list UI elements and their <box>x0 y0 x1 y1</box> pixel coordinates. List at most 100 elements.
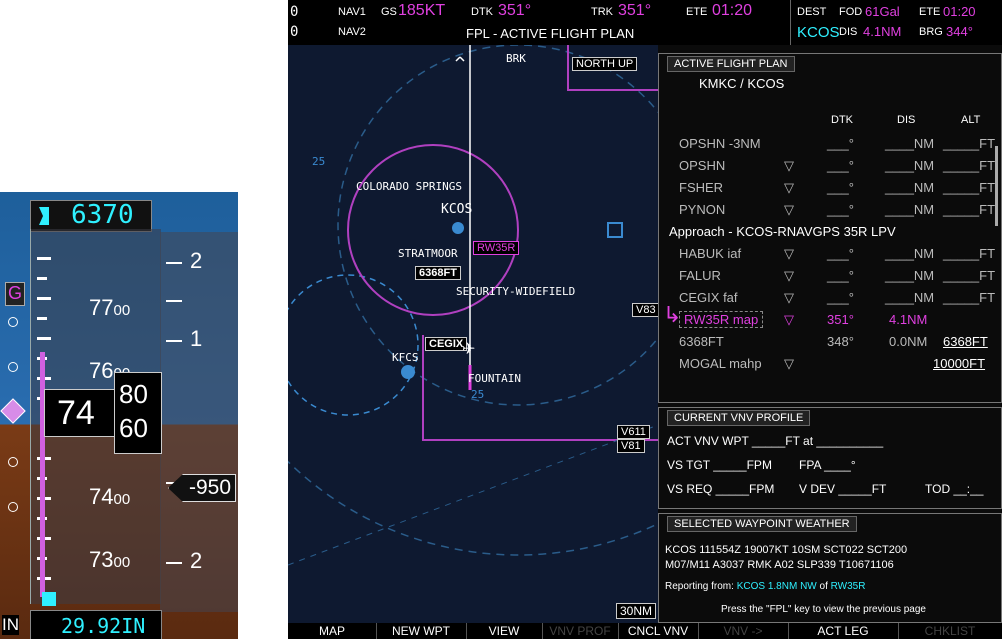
softkey-new-wpt[interactable]: NEW WPT <box>376 623 467 639</box>
vsi-label: 1 <box>190 326 203 351</box>
glideslope-dot <box>8 502 18 512</box>
approach-header[interactable]: Approach - KCOS-RNAVGPS 35R LPV <box>659 222 1002 243</box>
reporting-label: Reporting from: <box>665 581 734 592</box>
fpl-symbol: ▽ <box>784 202 794 217</box>
altitude-label: 7400 <box>89 484 131 509</box>
flight-plan-panel: ACTIVE FLIGHT PLAN KMKC / KCOS DTK DIS A… <box>658 45 1002 623</box>
fod-label: FOD <box>839 6 863 18</box>
map-range[interactable]: 30NM <box>616 603 657 619</box>
navigation-map[interactable]: NORTH UP BRK COLORADO SPRINGS KCOS STRAT… <box>288 45 658 623</box>
map-label-route-25: 25 <box>312 155 326 168</box>
reporting-ref: RW35R <box>830 581 866 592</box>
altitude-roller-top: 80 <box>119 379 148 409</box>
baro-setting-box[interactable]: 29.92IN <box>30 610 162 639</box>
tape-tick <box>37 297 51 300</box>
vnv-vs-tgt: VS TGT _____FPM <box>667 458 772 472</box>
softkey-view[interactable]: VIEW <box>466 623 543 639</box>
map-label-kcos: KCOS <box>441 202 473 217</box>
fpl-symbol: ▽ <box>784 290 794 305</box>
baro-minimums-bug-icon <box>42 592 56 606</box>
map-label-cegix[interactable]: CEGIX <box>425 337 468 351</box>
fpl-dis: ____NM <box>885 180 935 195</box>
fpl-waypoint: PYNON <box>679 202 726 217</box>
fpl-row[interactable]: 6368FT 348° 0.0NM 6368FT <box>659 332 1002 353</box>
altitude-roller: 80 60 <box>114 372 162 454</box>
nav1-label: NAV1 <box>338 6 366 18</box>
fpl-alt: 6368FT <box>943 334 988 349</box>
weather-title: SELECTED WAYPOINT WEATHER <box>667 516 857 532</box>
fpl-scrollbar[interactable] <box>995 146 998 226</box>
softkey-act-leg[interactable]: ACT LEG <box>788 623 899 639</box>
fpl-dis: ____NM <box>885 246 935 261</box>
ete-value: 01:20 <box>712 2 753 19</box>
fod-value: 61Gal <box>865 4 900 19</box>
softkey-vnv-direct[interactable]: VNV -> <box>698 623 789 639</box>
dest-label: DEST <box>797 6 827 18</box>
fpl-row[interactable]: FALUR ▽ ___° ____NM _____FT <box>659 266 1002 287</box>
softkey-chklist[interactable]: CHKLIST <box>898 623 1002 639</box>
map-graphics <box>288 45 658 566</box>
fpl-row[interactable]: OPSHN ▽ ___° ____NM _____FT <box>659 156 1002 177</box>
map-label-route-25b: 25 <box>471 388 485 401</box>
map-label-stratmoor: STRATMOOR <box>398 247 458 260</box>
dtk-label: DTK <box>471 6 493 18</box>
current-altitude: 74 <box>57 394 95 432</box>
fpl-alt: _____FT <box>943 268 996 283</box>
column-alt: ALT <box>961 114 981 126</box>
tape-tick <box>37 277 47 280</box>
baro-unit-label: IN <box>2 615 19 635</box>
vsi-label: 2 <box>190 548 203 573</box>
reporting-of: of <box>819 581 828 592</box>
fpl-alt: _____FT <box>943 290 996 305</box>
selected-altitude-box: 6370 <box>30 200 152 232</box>
fpl-waypoint: 6368FT <box>679 334 724 349</box>
brg-value: 344° <box>946 24 973 39</box>
reporting-station: KCOS <box>736 581 766 592</box>
fpl-route: KMKC / KCOS <box>699 76 785 91</box>
map-label-rw35r[interactable]: RW35R <box>473 241 520 255</box>
tape-tick <box>37 257 51 260</box>
vsi-tick <box>166 562 182 564</box>
softkey-cncl-vnv[interactable]: CNCL VNV <box>618 623 699 639</box>
fpl-row[interactable]: HABUK iaf ▽ ___° ____NM _____FT <box>659 244 1002 265</box>
left-digit: 0 <box>290 24 299 40</box>
fpl-dis: ____NM <box>885 290 935 305</box>
fpl-row[interactable]: CEGIX faf ▽ ___° ____NM _____FT <box>659 288 1002 309</box>
softkey-vnv-prof[interactable]: VNV PROF <box>542 623 619 639</box>
weather-section: SELECTED WAYPOINT WEATHER KCOS 111554Z 1… <box>658 513 1002 623</box>
aircraft-icon: ✈ <box>462 341 476 358</box>
map-orientation[interactable]: NORTH UP <box>572 57 638 71</box>
vsi-tick <box>166 262 182 264</box>
fpl-row[interactable]: MOGAL mahp ▽ 10000FT <box>659 354 1002 375</box>
softkey-map[interactable]: MAP <box>288 623 377 639</box>
vnv-act-wpt: ACT VNV WPT _____FT at __________ <box>667 434 884 448</box>
fpl-waypoint: OPSHN <box>679 158 726 173</box>
page-title: FPL - ACTIVE FLIGHT PLAN <box>466 26 635 41</box>
fpl-row[interactable]: FSHER ▽ ___° ____NM _____FT <box>659 178 1002 199</box>
fpl-hint: Press the "FPL" key to view the previous… <box>721 604 926 615</box>
column-dis: DIS <box>897 114 916 126</box>
trk-value: 351° <box>618 2 652 19</box>
fpl-alt: _____FT <box>943 246 996 261</box>
fpl-waypoint: MOGAL mahp <box>679 356 762 371</box>
vnv-v-dev: V DEV _____FT <box>799 482 887 496</box>
fpl-alt: _____FT <box>943 202 996 217</box>
fpl-alt: _____FT <box>943 158 996 173</box>
fpl-alt: _____FT <box>943 180 996 195</box>
fpl-row[interactable]: PYNON ▽ ___° ____NM _____FT <box>659 200 1002 221</box>
fpl-row[interactable]: OPSHN -3NM ___° ____NM _____FT <box>659 134 1002 155</box>
fpl-dis: ____NM <box>885 202 935 217</box>
softkey-bar: MAP NEW WPT VIEW VNV PROF CNCL VNV VNV -… <box>288 623 1002 639</box>
reporting-line: Reporting from: KCOS 1.8NM NW of RW35R <box>665 581 865 592</box>
map-label-6368ft: 6368FT <box>415 266 461 280</box>
fpl-alt: 10000FT <box>933 356 986 371</box>
vertical-speed-tape: 2 1 2 <box>160 232 238 612</box>
fpl-dis: 4.1NM <box>889 312 928 327</box>
dest-value: KCOS <box>797 24 840 41</box>
fpl-row-active[interactable]: ↳ RW35R map ▽ 351° 4.1NM <box>659 302 1002 331</box>
fpl-symbol: ▽ <box>784 180 794 195</box>
map-label-colorado-springs: COLORADO SPRINGS <box>356 180 462 193</box>
nav2-label: NAV2 <box>338 26 366 38</box>
fpl-waypoint: FSHER <box>679 180 724 195</box>
glideslope-dot <box>8 362 18 372</box>
